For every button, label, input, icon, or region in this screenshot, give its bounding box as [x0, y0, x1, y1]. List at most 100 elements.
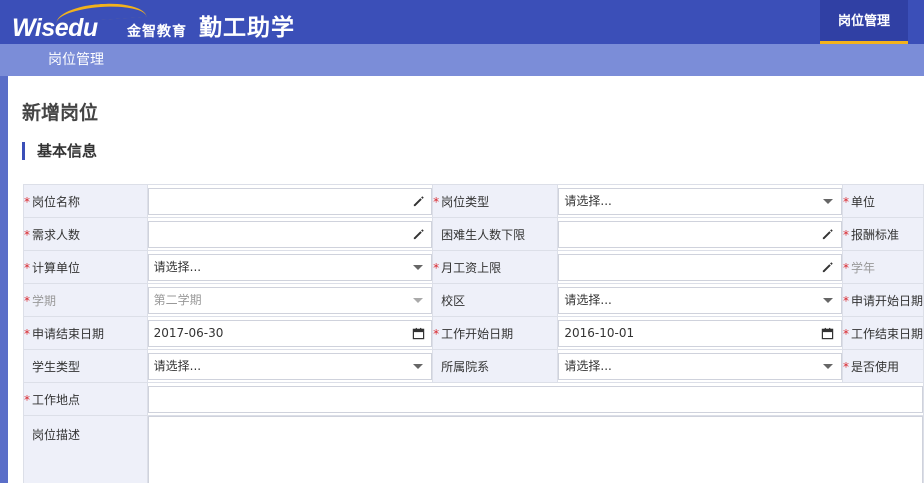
required-marker: *: [24, 227, 30, 242]
field-label-text: 计算单位: [32, 260, 81, 275]
date-input[interactable]: 2017-06-30: [147, 319, 433, 347]
field-value-cell: [146, 217, 434, 251]
field-value-cell: 请选择...: [557, 283, 843, 317]
chevron-down-icon: [410, 288, 426, 313]
work-location-input[interactable]: [147, 385, 923, 413]
text-input[interactable]: [558, 253, 842, 281]
form-row: 学生类型 请选择... 所属院系 请选择... * 是否使用: [23, 349, 924, 383]
pencil-icon: [410, 189, 426, 214]
field-value-cell: 请选择...: [146, 250, 434, 284]
select-field[interactable]: 请选择...: [147, 253, 433, 281]
required-marker: *: [24, 293, 30, 308]
nav-tab-position-management[interactable]: 岗位管理: [820, 0, 908, 44]
field-label: * 学年: [841, 250, 924, 284]
field-label: * 申请开始日期: [841, 283, 924, 317]
text-input[interactable]: [558, 220, 842, 248]
field-label-text: 工作地点: [32, 392, 81, 407]
description-value-cell: [146, 415, 924, 483]
required-marker: *: [24, 326, 30, 341]
field-value-cell: 2016-10-01: [557, 316, 843, 350]
field-label-text: 岗位描述: [32, 428, 81, 442]
required-marker: *: [842, 260, 849, 275]
select-field[interactable]: 请选择...: [558, 352, 842, 380]
chevron-down-icon: [820, 354, 836, 379]
brand-name: 金智教育: [127, 24, 187, 40]
required-marker: *: [842, 326, 849, 341]
form-row: * 计算单位 请选择... * 月工资上限 * 学年: [23, 250, 924, 284]
field-label-text: 报酬标准: [850, 227, 899, 242]
chevron-down-icon: [820, 189, 836, 214]
form-row-location: * 工作地点: [23, 382, 924, 416]
chevron-down-icon: [410, 255, 426, 280]
field-value: 第二学期: [153, 292, 202, 307]
required-marker: *: [433, 260, 440, 275]
field-value-cell: 第二学期: [146, 283, 434, 317]
form-row: * 申请结束日期 2017-06-30 * 工作开始日期 2016-10-01 * 工作结束日…: [23, 316, 924, 350]
field-label-text: 困难生人数下限: [441, 227, 526, 242]
field-value-cell: 请选择...: [557, 184, 843, 218]
form-row: * 岗位名称 * 岗位类型 请选择... * 单位: [23, 184, 924, 218]
chevron-down-icon: [410, 354, 426, 379]
required-marker: *: [842, 293, 849, 308]
field-label-text: 学年: [850, 260, 875, 275]
field-label-text: 单位: [850, 194, 875, 209]
form-row: * 学期 第二学期 校区 请选择... * 申请开始日期: [23, 283, 924, 317]
field-label: * 报酬标准: [841, 217, 924, 251]
field-label-text: 校区: [441, 293, 466, 308]
top-header: Wisedu 金智教育 勤工助学 岗位管理: [0, 0, 924, 44]
required-marker: *: [433, 326, 440, 341]
field-label: * 单位: [841, 184, 924, 218]
required-marker: *: [842, 227, 849, 242]
select-field: 第二学期: [147, 286, 433, 314]
field-label: * 计算单位: [23, 250, 148, 284]
field-value-cell: 请选择...: [146, 349, 434, 383]
field-label: * 工作结束日期: [841, 316, 924, 350]
field-label: * 申请结束日期: [23, 316, 148, 350]
field-value-cell: 请选择...: [557, 349, 843, 383]
required-marker: *: [24, 392, 30, 407]
field-label-text: 学期: [32, 293, 57, 308]
field-label: 岗位描述: [23, 415, 148, 483]
page-title: 新增岗位: [22, 102, 99, 124]
position-description-textarea[interactable]: [147, 416, 923, 483]
field-value-cell: [557, 217, 843, 251]
pencil-icon: [820, 255, 836, 280]
required-marker: *: [433, 194, 440, 209]
field-label: * 岗位名称: [23, 184, 148, 218]
required-marker: *: [24, 260, 30, 275]
field-label: * 工作开始日期: [432, 316, 559, 350]
pencil-icon: [820, 222, 836, 247]
field-label-text: 所属院系: [441, 359, 490, 374]
field-label: * 需求人数: [23, 217, 148, 251]
field-label-text: 是否使用: [850, 359, 899, 374]
form-row-description: 岗位描述: [23, 415, 924, 483]
field-label-text: 岗位名称: [32, 194, 81, 209]
text-input[interactable]: [147, 187, 433, 215]
field-label-text: 申请开始日期: [850, 293, 923, 308]
required-marker: *: [24, 194, 30, 209]
calendar-icon: [820, 321, 836, 346]
field-label-text: 工作开始日期: [441, 326, 514, 341]
field-label: 校区: [432, 283, 559, 317]
field-value-cell: [146, 184, 434, 218]
chevron-down-icon: [820, 288, 836, 313]
location-value-cell: [146, 382, 924, 416]
field-value: 2016-10-01: [564, 325, 635, 340]
field-value: 请选择...: [564, 358, 612, 373]
calendar-icon: [410, 321, 426, 346]
field-value: 2017-06-30: [153, 325, 224, 340]
date-input[interactable]: 2016-10-01: [558, 319, 842, 347]
text-input[interactable]: [147, 220, 433, 248]
select-field[interactable]: 请选择...: [558, 286, 842, 314]
required-marker: *: [842, 194, 849, 209]
sub-navigation-bar: 岗位管理: [0, 44, 924, 76]
subbar-tab-position-management[interactable]: 岗位管理: [0, 44, 104, 76]
field-label-text: 申请结束日期: [32, 326, 105, 341]
select-field[interactable]: 请选择...: [147, 352, 433, 380]
field-label: 所属院系: [432, 349, 559, 383]
field-value: 请选择...: [564, 193, 612, 208]
select-field[interactable]: 请选择...: [558, 187, 842, 215]
field-value: 请选择...: [564, 292, 612, 307]
field-label: * 岗位类型: [432, 184, 559, 218]
section-title: 基本信息: [22, 142, 97, 160]
